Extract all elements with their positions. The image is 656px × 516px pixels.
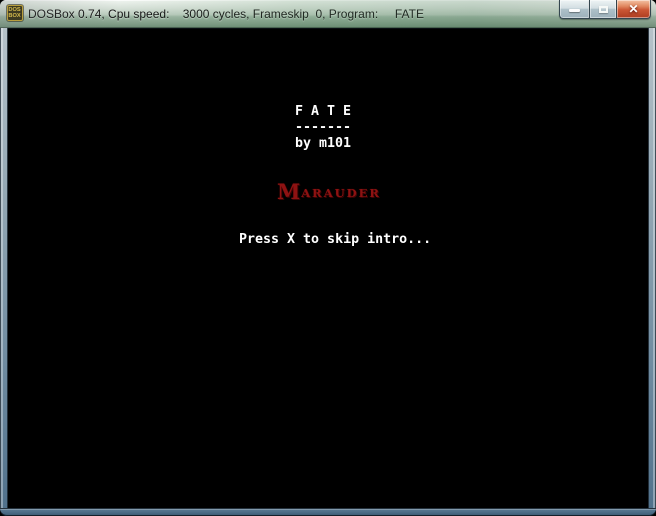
game-title: F A T E: [295, 104, 352, 119]
window-frame-bottom: [0, 508, 656, 516]
window-title: DOSBox 0.74, Cpu speed: 3000 cycles, Fra…: [28, 7, 424, 21]
dosbox-app-icon: DOS BOX: [7, 5, 23, 21]
marauder-logo: MARAUDER: [277, 181, 381, 203]
skip-intro-prompt: Press X to skip intro...: [239, 232, 432, 247]
marauder-logo-rest: ARAUDER: [301, 186, 381, 200]
minimize-icon: [569, 9, 580, 12]
window-frame-right: [648, 28, 656, 508]
maximize-button[interactable]: [589, 0, 617, 19]
dos-screen: F A T E ------- by m101 MARAUDER Press X…: [8, 28, 648, 508]
caption-button-group: ✕: [559, 0, 651, 20]
game-title-underline: -------: [295, 120, 352, 135]
close-button[interactable]: ✕: [617, 0, 651, 19]
titlebar[interactable]: DOS BOX DOSBox 0.74, Cpu speed: 3000 cyc…: [0, 0, 656, 28]
dosbox-window: DOS BOX DOSBox 0.74, Cpu speed: 3000 cyc…: [0, 0, 656, 516]
marauder-logo-initial: M: [277, 179, 302, 204]
window-frame-left: [0, 28, 8, 508]
game-byline: by m101: [295, 136, 352, 151]
app-icon-text-line1: DOS: [8, 7, 22, 13]
maximize-icon: [598, 6, 608, 13]
minimize-button[interactable]: [559, 0, 589, 19]
app-icon-text-line2: BOX: [8, 13, 22, 19]
close-icon: ✕: [628, 2, 639, 16]
